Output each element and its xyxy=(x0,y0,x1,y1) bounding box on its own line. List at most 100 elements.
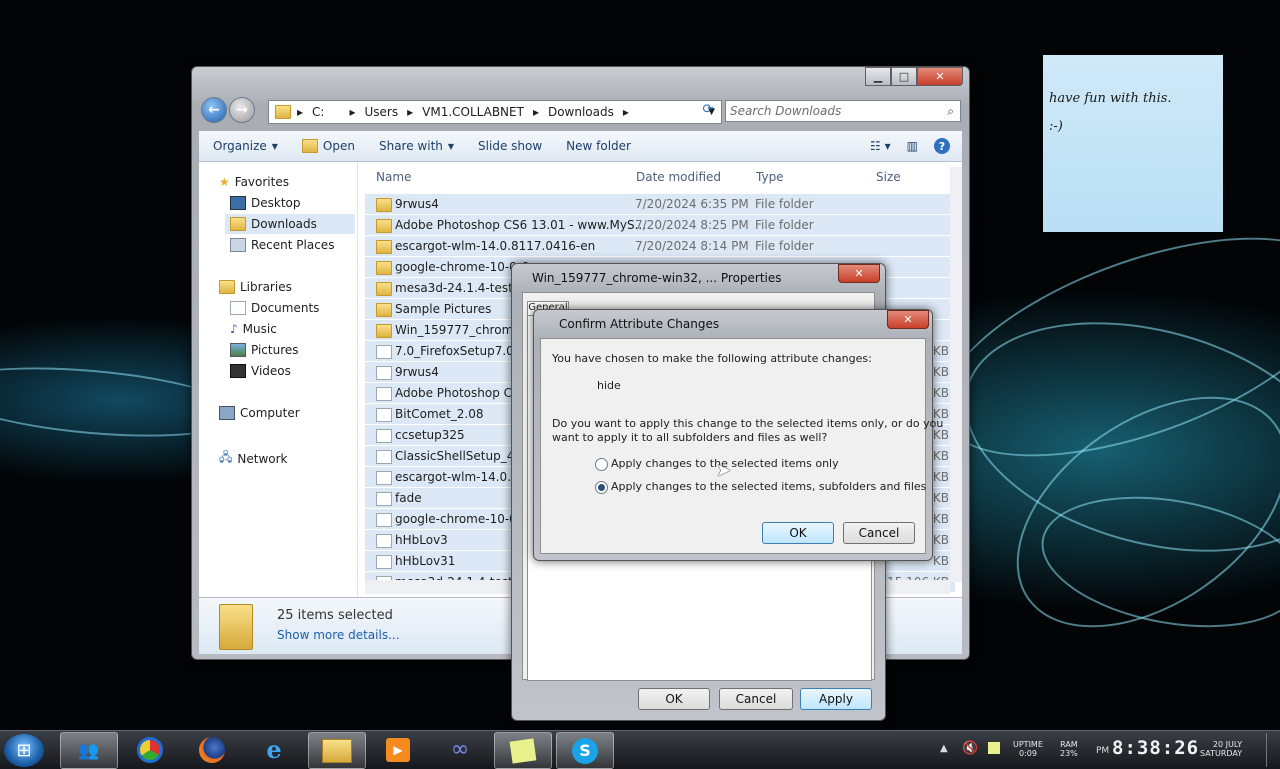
minimize-button[interactable]: ▁ xyxy=(865,67,891,86)
column-header-type[interactable]: Type xyxy=(756,170,784,184)
search-input[interactable]: Search Downloads ⌕ xyxy=(725,100,961,122)
confirm-cancel-button[interactable]: Cancel xyxy=(843,522,915,544)
slide-show-label: Slide show xyxy=(478,139,543,153)
view-options-icon[interactable]: ☷ ▾ xyxy=(870,139,891,153)
taskbar-messenger[interactable]: 👥 xyxy=(60,732,118,769)
downloads-folder-icon xyxy=(230,217,246,231)
nav-recent-places[interactable]: Recent Places xyxy=(230,238,334,252)
file-name: 9rwus4 xyxy=(395,197,439,211)
nav-desktop[interactable]: Desktop xyxy=(230,196,301,210)
am-pm-indicator: PM xyxy=(1096,746,1110,756)
file-type: File folder xyxy=(755,197,814,211)
show-more-details-link[interactable]: Show more details... xyxy=(277,628,400,642)
properties-cancel-button[interactable]: Cancel xyxy=(719,688,793,710)
share-with-button[interactable]: Share with ▼ xyxy=(379,139,454,153)
close-button[interactable]: ✕ xyxy=(917,67,963,86)
taskbar-chrome[interactable] xyxy=(122,732,178,767)
column-header-size[interactable]: Size xyxy=(876,170,901,184)
confirm-close-button[interactable]: ✕ xyxy=(887,310,929,329)
nav-pictures[interactable]: Pictures xyxy=(230,343,299,357)
chevron-down-icon: ▼ xyxy=(447,141,455,151)
clock-time[interactable]: 8:38:26 xyxy=(1112,737,1199,759)
nav-documents[interactable]: Documents xyxy=(230,301,319,315)
tray-note-icon[interactable] xyxy=(988,742,1000,754)
radio-subfolders-and-files[interactable] xyxy=(595,481,608,494)
file-size: KB xyxy=(932,428,949,442)
organize-button[interactable]: Organize ▼ xyxy=(213,139,278,153)
taskbar-firefox[interactable] xyxy=(184,732,240,767)
file-date: 7/20/2024 6:35 PM xyxy=(635,197,749,211)
properties-apply-button[interactable]: Apply xyxy=(800,688,872,710)
open-label: Open xyxy=(322,139,355,153)
videos-icon xyxy=(230,364,246,378)
file-size: KB xyxy=(932,470,949,484)
radio-selected-items-only[interactable] xyxy=(595,458,608,471)
nav-label: Favorites xyxy=(234,175,289,189)
taskbar-infinity-app[interactable]: ∞ xyxy=(432,732,488,767)
command-bar: Organize ▼ Open Share with ▼ Slide show Ne… xyxy=(199,131,962,162)
breadcrumb-vm1[interactable]: VM1.COLLABNET xyxy=(422,105,524,119)
breadcrumb-downloads[interactable]: Downloads xyxy=(548,105,614,119)
confirm-intro-text: You have chosen to make the following at… xyxy=(552,352,872,365)
help-icon[interactable]: ? xyxy=(934,138,950,154)
column-header-name[interactable]: Name xyxy=(376,170,411,184)
sticky-note-line: :-) xyxy=(1049,119,1063,134)
address-bar[interactable]: ▸ C: ▸ Users ▸ VM1.COLLABNET ▸ Downloads… xyxy=(268,100,722,124)
desktop-icon xyxy=(230,196,246,210)
file-row[interactable]: escargot-wlm-14.0.8117.0416-en 7/20/2024 … xyxy=(365,236,955,257)
nav-downloads[interactable]: Downloads xyxy=(230,217,317,231)
confirm-attribute-dialog: Confirm Attribute Changes ✕ You have cho… xyxy=(533,309,943,561)
forward-button[interactable]: → xyxy=(229,97,255,123)
show-desktop-button[interactable] xyxy=(1266,733,1279,767)
maximize-button[interactable]: □ xyxy=(891,67,917,86)
confirm-question-line: want to apply it to all subfolders and f… xyxy=(552,431,828,444)
taskbar-skype[interactable]: S xyxy=(556,732,614,769)
open-button[interactable]: Open xyxy=(301,139,355,153)
taskbar-explorer[interactable] xyxy=(308,732,366,769)
properties-close-button[interactable]: ✕ xyxy=(838,264,880,283)
nav-music[interactable]: ♪ Music xyxy=(230,322,277,336)
file-row[interactable]: Adobe Photoshop CS6 13.01 - www.MyS... 7/… xyxy=(365,215,955,236)
start-button[interactable]: ⊞ xyxy=(4,734,44,767)
file-size: KB xyxy=(932,512,949,526)
nav-videos[interactable]: Videos xyxy=(230,364,291,378)
clock-date[interactable]: 20 JULY SATURDAY xyxy=(1200,740,1242,758)
new-folder-button[interactable]: New folder xyxy=(566,139,631,153)
nav-network[interactable]: 🖧 Network xyxy=(219,448,288,469)
breadcrumb-c[interactable]: C: xyxy=(312,105,324,119)
internet-explorer-icon: e xyxy=(266,735,282,764)
music-icon: ♪ xyxy=(230,322,238,336)
sticky-notes-icon xyxy=(509,737,537,764)
file-icon xyxy=(376,555,392,569)
folder-icon xyxy=(376,282,392,296)
taskbar-sticky-notes[interactable] xyxy=(494,732,552,769)
volume-muted-icon[interactable]: 🔇 xyxy=(962,741,978,756)
file-type: File folder xyxy=(755,218,814,232)
show-hidden-icons-button[interactable]: ▲ xyxy=(940,743,948,754)
nav-favorites[interactable]: ★ Favorites xyxy=(219,175,289,189)
pictures-icon xyxy=(230,343,246,357)
vertical-scrollbar[interactable] xyxy=(950,167,962,582)
taskbar-internet-explorer[interactable]: e xyxy=(246,732,302,767)
nav-computer[interactable]: Computer xyxy=(219,406,300,420)
file-name: escargot-wlm-14.0.8117.0416-en xyxy=(395,239,596,253)
taskbar-media-player[interactable]: ▶ xyxy=(370,732,426,767)
file-icon xyxy=(376,408,392,422)
sticky-note[interactable]: have fun with this. :-) xyxy=(1043,55,1223,232)
properties-ok-button[interactable]: OK xyxy=(638,688,710,710)
confirm-ok-button[interactable]: OK xyxy=(762,522,834,544)
file-icon xyxy=(376,534,392,548)
date-line: SATURDAY xyxy=(1200,749,1243,758)
preview-pane-icon[interactable]: ▥ xyxy=(907,139,918,153)
nav-libraries[interactable]: Libraries xyxy=(219,280,292,294)
file-icon xyxy=(376,429,392,443)
nav-label: Recent Places xyxy=(251,238,335,252)
breadcrumb-users[interactable]: Users xyxy=(364,105,398,119)
slide-show-button[interactable]: Slide show xyxy=(478,139,542,153)
option-subfolders-and-files-label[interactable]: Apply changes to the selected items, sub… xyxy=(611,480,926,493)
file-row[interactable]: 9rwus4 7/20/2024 6:35 PM File folder xyxy=(365,194,955,215)
refresh-icon[interactable]: ⟳ xyxy=(698,102,718,120)
properties-title: Win_159777_chrome-win32, ... Properties xyxy=(532,271,782,285)
column-header-date[interactable]: Date modified xyxy=(636,170,721,184)
back-button[interactable]: ← xyxy=(201,97,227,123)
